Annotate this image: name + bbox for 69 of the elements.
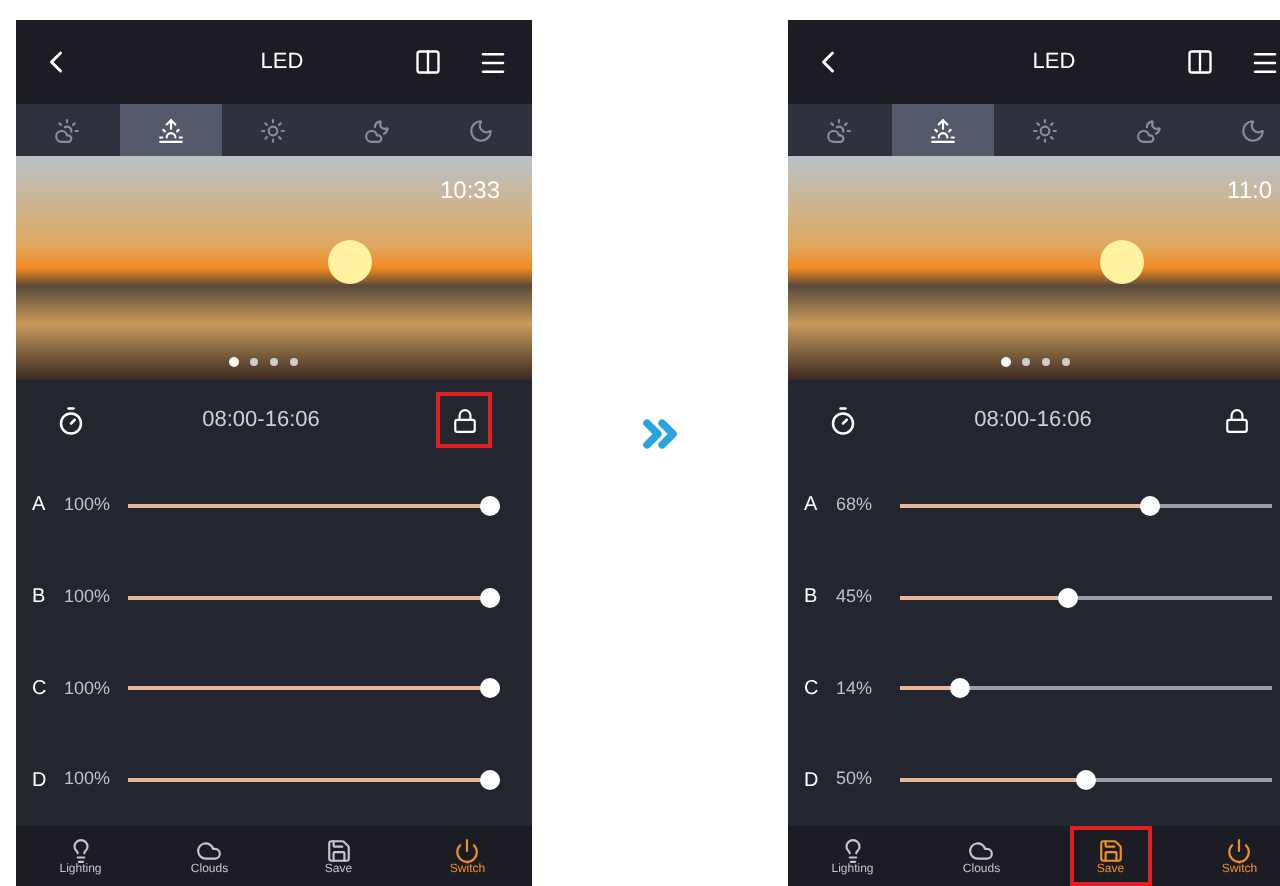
slider-thumb[interactable]	[480, 495, 500, 516]
slider[interactable]	[128, 770, 500, 791]
slider-thumb[interactable]	[1076, 770, 1096, 791]
channel-reading: 100%	[64, 492, 113, 519]
sun-drawing	[1100, 240, 1144, 284]
bulb-icon	[67, 837, 94, 863]
slider[interactable]	[900, 495, 1272, 516]
timer-icon	[56, 405, 86, 435]
channel-reading: 68%	[836, 492, 875, 519]
lock-button[interactable]	[436, 392, 492, 448]
menu-icon	[477, 47, 507, 77]
moon-icon	[1239, 117, 1266, 143]
channel-name: D	[32, 767, 49, 796]
slider-thumb[interactable]	[949, 678, 970, 699]
slider[interactable]	[900, 587, 1272, 608]
schedule-text: 08:00-16:06	[972, 405, 1094, 436]
moon-icon	[467, 117, 494, 143]
slider[interactable]	[900, 770, 1272, 791]
channel-reading: 100%	[64, 583, 113, 610]
channel-reading: 100%	[64, 766, 113, 793]
mode-tab[interactable]	[891, 104, 995, 156]
slider-thumb[interactable]	[480, 678, 500, 699]
slider-thumb[interactable]	[480, 770, 500, 791]
channel-name: A	[804, 492, 820, 521]
cloud-icon	[968, 837, 995, 863]
channel-reading: 50%	[836, 766, 875, 793]
sunrise-icon	[929, 117, 956, 143]
save-icon	[325, 837, 352, 863]
slider-thumb[interactable]	[480, 587, 500, 608]
cloud-moon-icon	[364, 117, 391, 143]
screen-title: LED	[258, 47, 306, 78]
save-icon	[1097, 837, 1124, 863]
mode-tab[interactable]	[119, 104, 223, 156]
channel-reading: 14%	[836, 675, 875, 702]
lock-icon	[451, 407, 477, 433]
cloud-moon-icon	[1136, 117, 1163, 143]
channel-name: B	[32, 584, 48, 613]
channel-name: C	[804, 675, 821, 704]
channel-name: C	[32, 675, 49, 704]
channel-name: B	[804, 584, 820, 613]
slider[interactable]	[900, 678, 1272, 699]
channel-name: D	[804, 767, 821, 796]
sun-icon	[1032, 117, 1059, 143]
cloud-sun-icon	[54, 117, 81, 143]
schedule-text: 08:00-16:06	[200, 405, 322, 436]
columns-icon	[1186, 48, 1214, 76]
channel-reading: 100%	[64, 675, 113, 702]
sun-drawing	[328, 240, 372, 284]
columns-icon	[414, 48, 442, 76]
cloud-icon	[196, 837, 223, 863]
slider[interactable]	[128, 495, 500, 516]
clock-text: 11:0	[1227, 174, 1272, 208]
channel-name: A	[32, 492, 48, 521]
power-icon	[454, 837, 481, 863]
power-icon	[1226, 837, 1253, 863]
slider-thumb[interactable]	[1139, 495, 1160, 516]
channel-reading: 45%	[836, 583, 875, 610]
menu-icon	[1249, 47, 1279, 77]
sunrise-icon	[157, 117, 184, 143]
screen-title: LED	[1030, 47, 1078, 78]
cloud-sun-icon	[826, 117, 853, 143]
lock-icon	[1223, 407, 1249, 433]
sun-icon	[260, 117, 287, 143]
slider[interactable]	[128, 587, 500, 608]
timer-icon	[828, 405, 858, 435]
slider[interactable]	[128, 678, 500, 699]
clock-text: 10:33	[439, 174, 500, 208]
slider-thumb[interactable]	[1058, 587, 1079, 608]
bulb-icon	[839, 837, 866, 863]
